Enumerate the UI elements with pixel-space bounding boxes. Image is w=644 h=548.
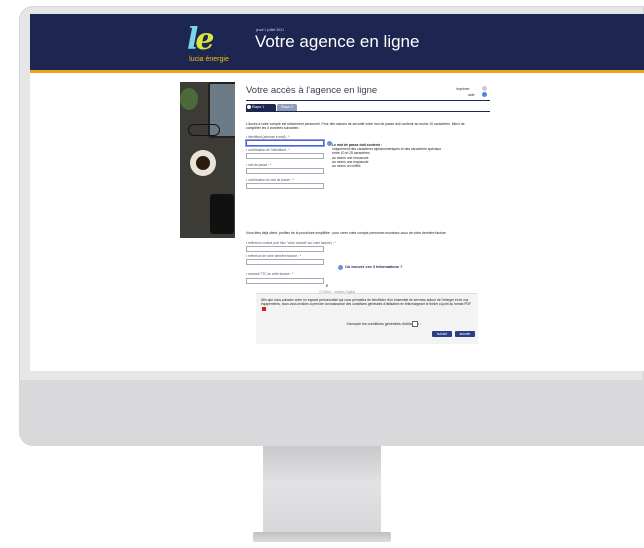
header-accent-line [30,70,644,73]
accept-terms-label: J'accepte les conditions générales d'uti… [346,322,422,326]
print-link[interactable]: imprimer [456,87,470,91]
monitor-stand-base [253,532,391,542]
signup-panel: Votre accès à l'agence en ligne imprimer… [246,82,490,344]
tab-step-2[interactable]: Étape 2 [277,104,297,111]
identifier-field[interactable] [246,140,324,146]
amount-label: • montant TTC de cette facture : * [246,272,294,276]
desk-photo [180,82,235,238]
tab-step-1[interactable]: Étape 1 [246,104,276,111]
logo-text: lucia énergie [189,56,229,63]
photo-plant [180,88,198,110]
identifier-label: • identifiant (adresse e-mail) : * [246,135,290,139]
amount-field[interactable] [246,278,324,284]
password-confirm-label: • confirmation du mot de passe : * [246,178,294,182]
tab-step-2-label: Étape 2 [281,105,294,109]
site-header: le lucia énergie jeudi 1 juillet 2021 Vo… [30,14,644,70]
photo-coffee [196,156,210,170]
title-divider [246,100,490,101]
accept-terms-checkbox[interactable] [412,321,418,327]
terms-box: Afin que vous puissiez créer un espace p… [256,293,478,344]
contract-ref-field[interactable] [246,246,324,252]
terms-text: Afin que vous puissiez créer un espace p… [261,298,473,311]
screen: le lucia énergie jeudi 1 juillet 2021 Vo… [30,14,644,371]
invoice-ref-label: • référence de votre dernière facture : … [246,254,302,258]
logo-mark: le [187,22,215,57]
password-field[interactable] [246,168,324,174]
tab-divider [246,111,490,112]
tab-step-1-label: Étape 1 [252,105,265,109]
photo-glasses [188,124,220,136]
contract-ref-label: • référence contrat (voir bloc "votre co… [246,241,336,245]
identifier-confirm-field[interactable] [246,153,324,159]
pdf-icon[interactable] [262,306,266,311]
cancel-button[interactable]: annuler [455,331,475,337]
monitor-stand [263,446,381,538]
intro-text: L'accès à votre compte est strictement p… [246,122,465,131]
password-label: • mot de passe : * [246,163,272,167]
find-info-link[interactable]: Où trouver ces 3 informations ? [345,265,402,269]
brand-logo[interactable]: le lucia énergie [180,24,238,64]
password-rules: Le mot de passe doit contenir : uniqueme… [332,143,442,169]
info-help-icon[interactable] [338,265,343,270]
identifier-confirm-label: • confirmation de l'identifiant : * [246,148,290,152]
header-title: Votre agence en ligne [255,32,420,51]
page-title: Votre accès à l'agence en ligne [246,85,378,96]
printer-icon[interactable] [482,86,487,91]
help-link[interactable]: aide [468,93,475,97]
monitor-chin [19,380,644,446]
password-confirm-field[interactable] [246,183,324,189]
photo-phone [210,194,234,234]
page-footer: © Efluid - Ineltiris Digital [318,290,356,294]
step-icon [247,105,251,109]
next-button[interactable]: suivant [432,331,452,337]
invoice-ref-field[interactable] [246,259,324,265]
help-icon[interactable] [482,92,487,97]
client-intro-text: Vous êtes déjà client, profitez de la pr… [246,231,447,235]
currency-symbol: € [326,283,329,288]
